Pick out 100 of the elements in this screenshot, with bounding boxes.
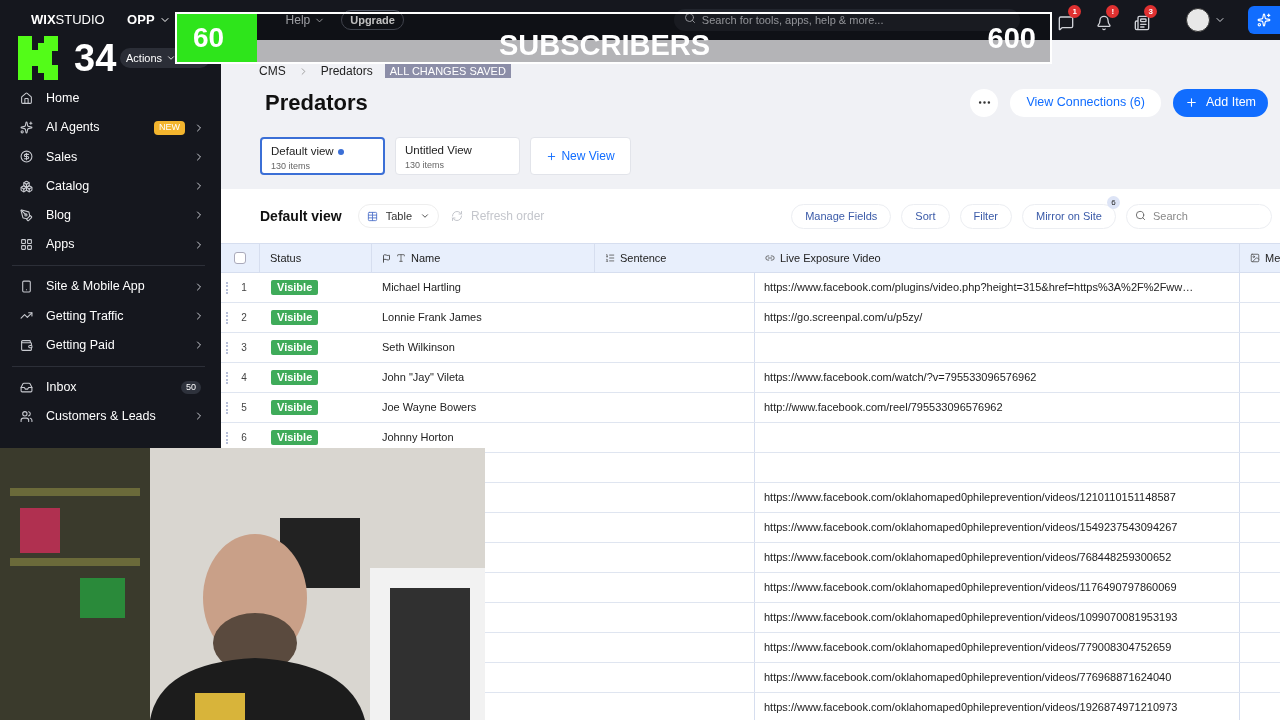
table-cell-text: https://www.facebook.com/oklahomaped0phileprevention/videos/776968871624040 bbox=[764, 670, 1172, 686]
sidebar-item[interactable]: AI Agents NEW bbox=[12, 113, 205, 143]
plus-icon bbox=[546, 150, 558, 162]
table-cell-text: Michael Hartling bbox=[382, 280, 461, 296]
table-cell-text: https://www.facebook.com/oklahomaped0phileprevention/videos/768448259300652 bbox=[764, 550, 1172, 566]
kick-logo bbox=[18, 36, 58, 80]
column-header[interactable]: Sentence bbox=[595, 244, 755, 272]
sidebar-item[interactable]: Getting Paid bbox=[12, 330, 205, 360]
save-status: ALL CHANGES SAVED bbox=[384, 64, 511, 78]
sidebar-item[interactable]: Getting Traffic bbox=[12, 301, 205, 331]
dollar-icon bbox=[20, 150, 33, 164]
view-count: 130 items bbox=[271, 160, 312, 174]
status-badge: Visible bbox=[271, 430, 319, 445]
table-cell-text: https://www.facebook.com/plugins/video.php?height=315&href=https%3A%2F%2Fww… bbox=[764, 280, 1194, 296]
people-icon bbox=[20, 409, 33, 423]
status-badge: Visible bbox=[271, 310, 319, 325]
avatar[interactable] bbox=[1186, 8, 1211, 32]
menu-item[interactable]: Help bbox=[277, 11, 334, 29]
flag-icon bbox=[382, 253, 391, 263]
notification-button[interactable]: 3 bbox=[1128, 5, 1161, 35]
bell-icon bbox=[1096, 15, 1113, 31]
column-header[interactable]: Me bbox=[1240, 244, 1280, 272]
view-name: Default view bbox=[271, 144, 334, 159]
row-number: 2 bbox=[240, 311, 248, 325]
table-cell-text: https://www.facebook.com/watch/?v=795533096576962 bbox=[764, 370, 1037, 386]
table-cell-text: John "Jay" Vileta bbox=[382, 370, 465, 386]
field-type-icon bbox=[765, 253, 775, 263]
row-number: 3 bbox=[240, 341, 248, 355]
column-header[interactable]: Live Exposure Video bbox=[755, 244, 1240, 272]
breadcrumb-link[interactable]: Predators bbox=[320, 62, 373, 80]
sidebar-item[interactable]: Apps bbox=[12, 229, 205, 260]
notification-badge: 3 bbox=[1144, 5, 1158, 18]
count-badge: 6 bbox=[1107, 196, 1120, 210]
sparkle-icon bbox=[20, 121, 33, 135]
row-number: 4 bbox=[240, 371, 248, 385]
drag-handle-icon[interactable] bbox=[226, 401, 229, 414]
sidebar-item[interactable]: Home bbox=[12, 84, 205, 114]
table-cell-text: Seth Wilkinson bbox=[382, 340, 455, 356]
view-count: 130 items bbox=[405, 159, 446, 173]
drag-handle-icon[interactable] bbox=[226, 281, 229, 294]
table-cell-text: http://www.facebook.com/reel/795533096576962 bbox=[764, 400, 1003, 416]
notification-badge: 1 bbox=[1068, 5, 1082, 18]
row-number: 1 bbox=[240, 281, 248, 295]
page-title: Predators bbox=[265, 89, 369, 117]
column-header[interactable]: Name bbox=[372, 244, 595, 272]
sparkle-icon bbox=[1257, 13, 1272, 27]
pen-icon bbox=[20, 208, 33, 222]
drag-handle-icon[interactable] bbox=[226, 371, 229, 384]
sidebar-item[interactable]: Customers & Leads bbox=[12, 401, 205, 432]
sidebar-item[interactable]: Sales bbox=[12, 142, 205, 172]
phone-icon bbox=[20, 280, 33, 294]
new-badge: NEW bbox=[154, 121, 185, 135]
table-icon bbox=[366, 210, 378, 222]
notification-badge: ! bbox=[1106, 5, 1120, 18]
view-tab[interactable]: Untitled View 130 items bbox=[395, 137, 520, 175]
add-item-button[interactable]: Add Item bbox=[1172, 88, 1268, 117]
grid-icon bbox=[20, 238, 33, 252]
table-cell-text: Lonnie Frank James bbox=[382, 310, 482, 326]
sidebar-item[interactable]: Catalog bbox=[12, 171, 205, 201]
status-badge: Visible bbox=[271, 370, 319, 385]
view-tab[interactable]: Default view 130 items bbox=[260, 137, 385, 175]
notification-button[interactable]: ! bbox=[1090, 5, 1123, 35]
status-badge: Visible bbox=[271, 340, 319, 355]
caret-icon bbox=[420, 211, 430, 221]
search-field[interactable]: Search bbox=[1126, 203, 1272, 229]
table-cell-text: https://go.screenpal.com/u/p5zy/ bbox=[764, 310, 923, 326]
drag-handle-icon[interactable] bbox=[226, 341, 229, 354]
table-cell-text: https://www.facebook.com/oklahomaped0phileprevention/videos/1926874971210973 bbox=[764, 700, 1178, 716]
new-view-button[interactable]: New View bbox=[530, 137, 631, 175]
drag-handle-icon[interactable] bbox=[226, 431, 229, 444]
sidebar-item[interactable]: Inbox 50 bbox=[12, 372, 205, 402]
view-name: Untitled View bbox=[405, 143, 472, 158]
field-type-icon bbox=[1250, 253, 1260, 263]
table-cell-text: Joe Wayne Bowers bbox=[382, 400, 477, 416]
breadcrumb-link[interactable]: CMS bbox=[259, 62, 286, 80]
logo[interactable]: WIXSTUDIO bbox=[31, 10, 105, 30]
current-count: 60 bbox=[177, 14, 257, 62]
field-type-icon bbox=[396, 253, 406, 263]
sidebar-item[interactable]: Blog bbox=[12, 200, 205, 230]
view-connections-button[interactable]: View Connections (6) bbox=[1010, 88, 1161, 117]
select-all-checkbox[interactable] bbox=[234, 252, 246, 264]
table-cell-text: Johnny Horton bbox=[382, 430, 454, 446]
row-number: 6 bbox=[240, 431, 248, 445]
notification-button[interactable]: 1 bbox=[1052, 5, 1085, 35]
site-menu[interactable]: OPP bbox=[119, 10, 179, 30]
search-icon bbox=[1135, 210, 1146, 222]
count-badge: 50 bbox=[181, 380, 201, 395]
inbox-icon bbox=[20, 380, 33, 394]
column-header[interactable]: Status bbox=[260, 244, 372, 272]
ai-assistant-button[interactable] bbox=[1248, 6, 1280, 34]
follower-count: 34 bbox=[74, 39, 117, 77]
view-heading: Default view bbox=[260, 206, 342, 226]
status-badge: Visible bbox=[271, 400, 319, 415]
drag-handle-icon[interactable] bbox=[226, 311, 229, 324]
sidebar-item[interactable]: Site & Mobile App bbox=[12, 272, 205, 302]
status-badge: Visible bbox=[271, 280, 319, 295]
more-button[interactable] bbox=[970, 88, 999, 117]
home-icon bbox=[20, 92, 33, 106]
wallet-icon bbox=[20, 338, 33, 352]
boxes-icon bbox=[20, 179, 33, 193]
